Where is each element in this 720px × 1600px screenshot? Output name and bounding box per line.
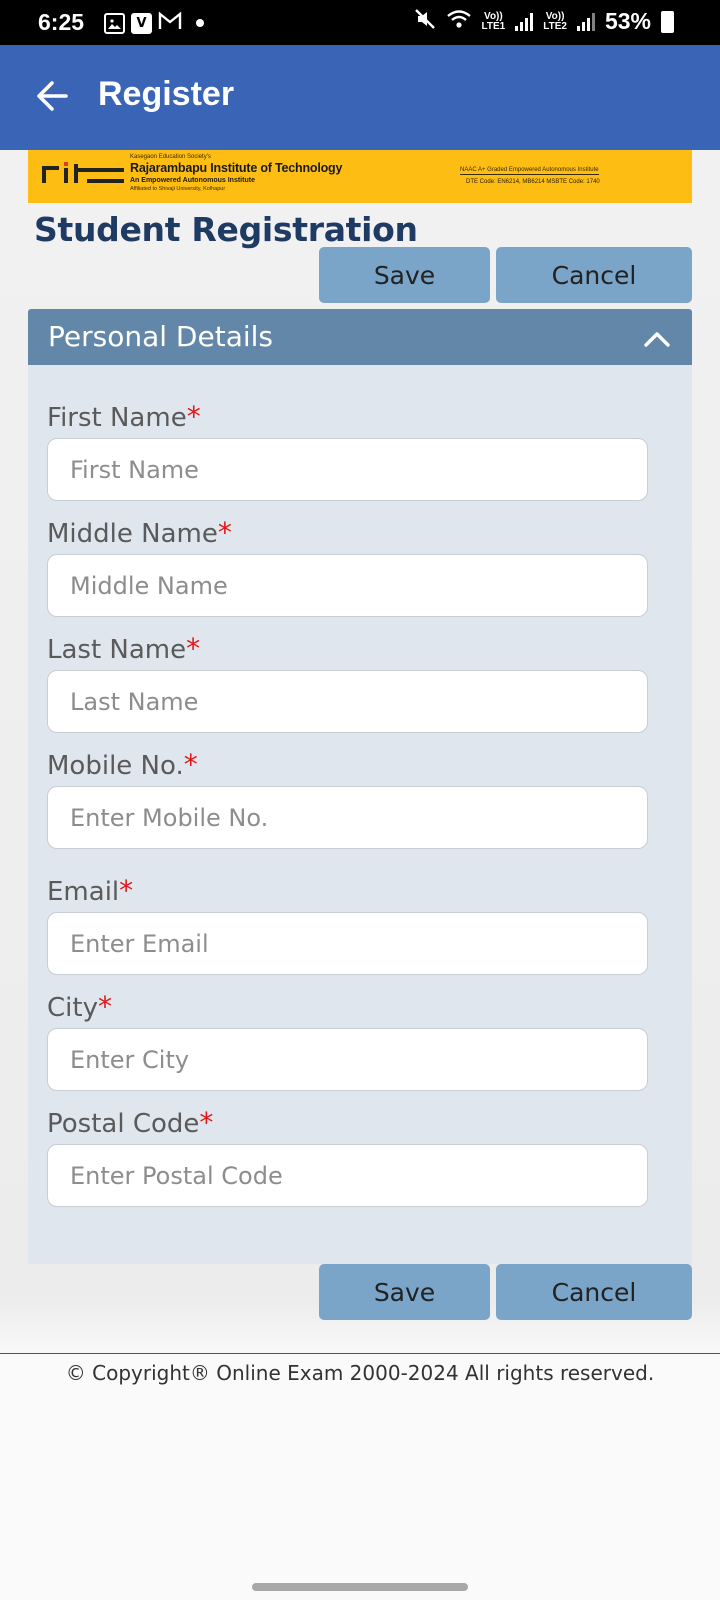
postal-code-label-text: Postal Code [47,1109,200,1139]
v-app-icon: V [131,12,152,34]
first-name-label-text: First Name [47,403,187,433]
email-label: Email* [47,874,133,907]
gmail-icon [158,11,182,35]
chevron-up-icon[interactable] [642,325,672,351]
save-button-top[interactable]: Save [319,247,490,303]
battery-percent: 53% [604,8,651,34]
wifi-icon [446,9,472,34]
arrow-left-icon[interactable] [34,77,72,115]
app-bar: Register [0,45,720,150]
lte2-label: Vo)) LTE2 [543,10,567,32]
form-heading: Student Registration [34,210,418,249]
required-marker: * [119,874,134,907]
required-marker: * [183,748,198,781]
gallery-icon [104,12,125,34]
mobile-label-text: Mobile No. [47,751,184,781]
system-icons: Vo)) LTE1 Vo)) LTE2 53% [414,8,674,35]
signal-icon-2 [576,12,595,31]
institute-logo [42,162,124,183]
last-name-input[interactable] [47,670,648,733]
institute-banner: Kasegaon Education Society's Rajarambapu… [28,150,692,203]
status-bar: 6:25 V Vo)) LTE1 Vo)) LTE2 53% [0,0,720,45]
banner-naac: NAAC A+ Graded Empowered Autonomous Inst… [460,167,599,175]
email-input[interactable] [47,912,648,975]
footer-divider [0,1353,720,1354]
city-label-text: City [47,993,98,1023]
status-time: 6:25 [38,9,85,35]
required-marker: * [199,1106,214,1139]
banner-subtitle: An Empowered Autonomous Institute [130,177,255,184]
mobile-label: Mobile No.* [47,748,198,781]
required-marker: * [186,632,201,665]
banner-society: Kasegaon Education Society's [130,154,211,160]
city-input[interactable] [47,1028,648,1091]
mobile-input[interactable] [47,786,648,849]
middle-name-label-text: Middle Name [47,519,218,549]
cancel-button-top[interactable]: Cancel [496,247,692,303]
home-gesture-bar[interactable] [252,1583,468,1591]
notification-icons: V [104,11,204,35]
required-marker: * [217,516,232,549]
battery-icon [661,10,674,33]
dot-icon [196,19,204,27]
middle-name-label: Middle Name* [47,516,232,549]
cancel-button-bottom[interactable]: Cancel [496,1264,692,1320]
banner-codes: DTE Code: EN6214, MB6214 MSBTE Code: 174… [466,179,600,185]
copyright-text: © Copyright® Online Exam 2000-2024 All r… [65,1361,655,1385]
required-marker: * [97,990,112,1023]
middle-name-input[interactable] [47,554,648,617]
city-label: City* [47,990,112,1023]
required-marker: * [186,400,201,433]
email-label-text: Email [47,877,120,907]
banner-institute-name: Rajarambapu Institute of Technology [130,161,343,175]
first-name-label: First Name* [47,400,201,433]
postal-code-input[interactable] [47,1144,648,1207]
personal-details-header[interactable]: Personal Details [28,309,692,365]
signal-icon [515,12,534,31]
page-title: Register [98,75,235,113]
first-name-input[interactable] [47,438,648,501]
lte1-label: Vo)) LTE1 [481,10,506,32]
save-button-bottom[interactable]: Save [319,1264,490,1320]
panel-title: Personal Details [48,320,273,353]
mute-icon [414,8,436,35]
banner-affiliation: Affiliated to Shivaji University, Kolhap… [130,186,226,192]
last-name-label: Last Name* [47,632,200,665]
postal-code-label: Postal Code* [47,1106,213,1139]
last-name-label-text: Last Name [47,635,187,665]
